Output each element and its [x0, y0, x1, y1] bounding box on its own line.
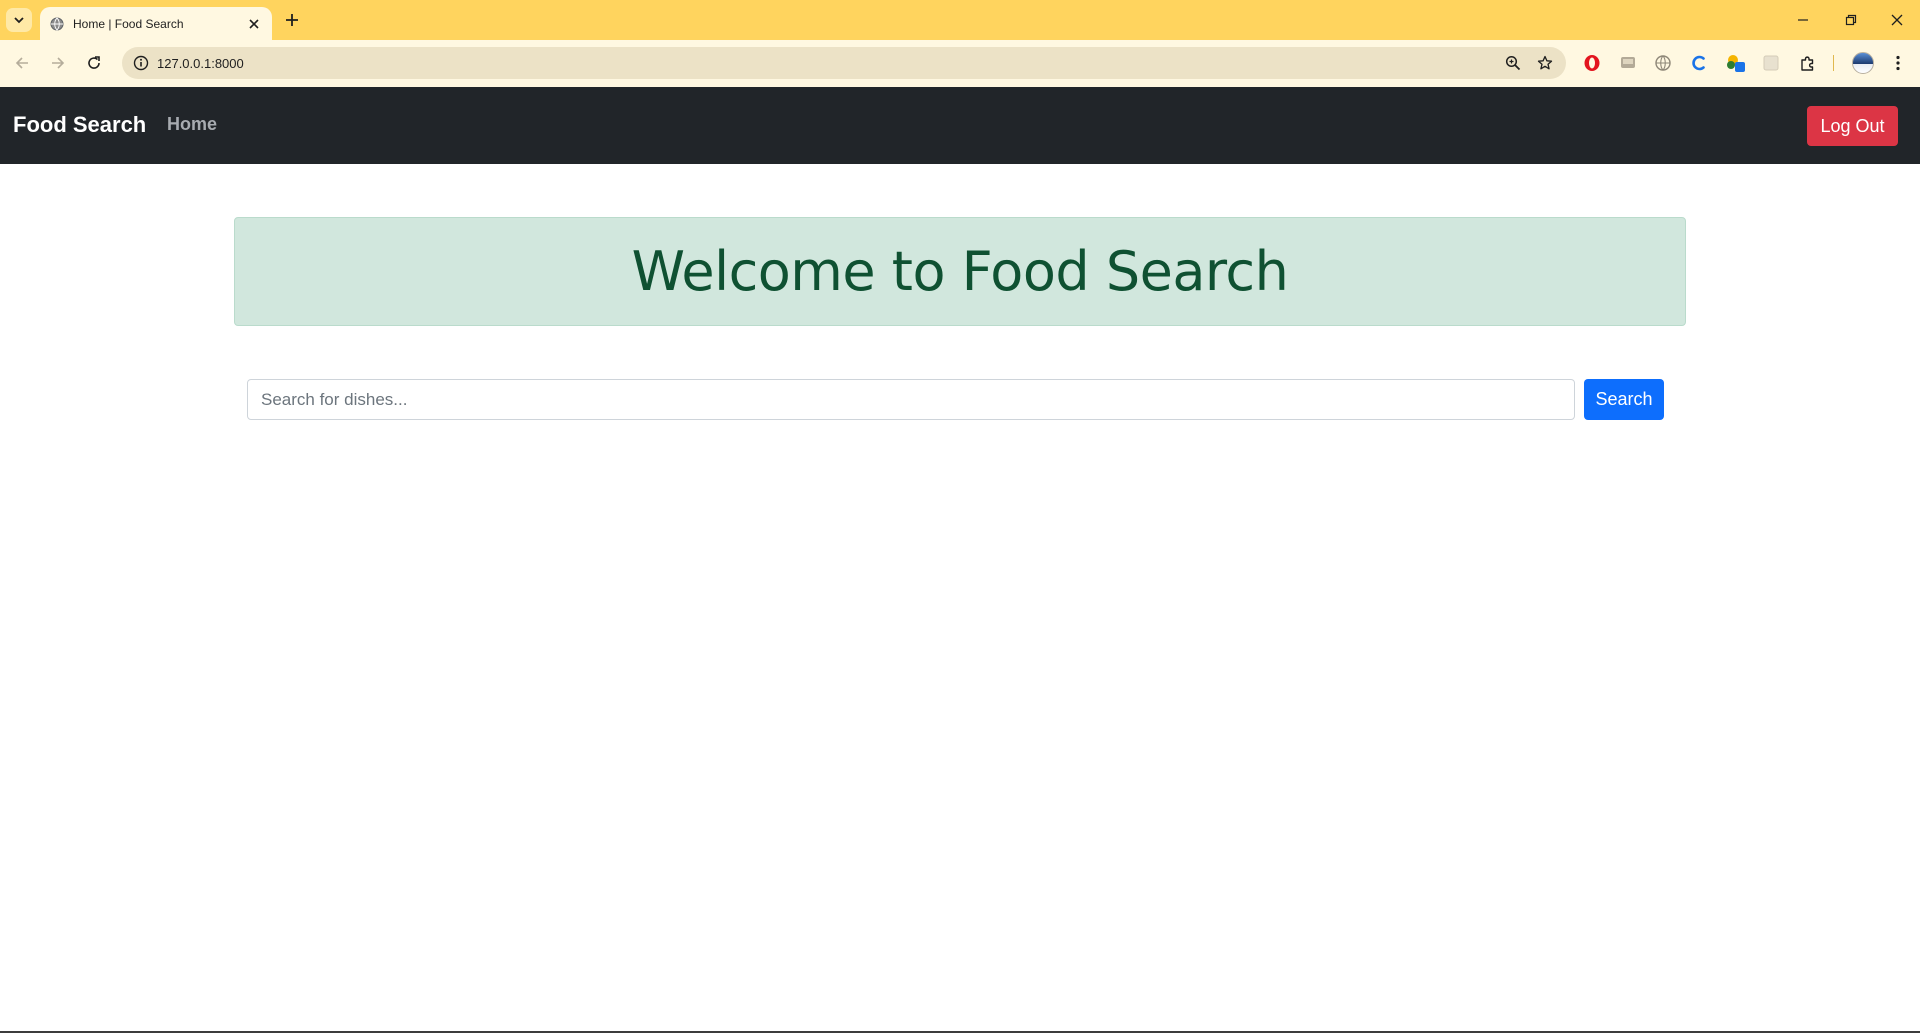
- translate-extension-icon[interactable]: [1652, 52, 1674, 74]
- close-icon: [1891, 14, 1903, 26]
- arrow-left-icon: [15, 57, 28, 69]
- toolbar-divider: [1833, 55, 1834, 71]
- reload-icon: [88, 56, 100, 69]
- nav-link-home[interactable]: Home: [167, 114, 217, 135]
- forward-button[interactable]: [46, 51, 70, 75]
- info-icon[interactable]: [131, 53, 151, 73]
- navbar-brand[interactable]: Food Search: [13, 112, 146, 138]
- new-tab-button[interactable]: [282, 10, 302, 30]
- opera-extension-icon[interactable]: [1581, 52, 1603, 74]
- grid-extension-icon[interactable]: [1760, 52, 1782, 74]
- site-navbar: Food Search Home Log Out: [0, 87, 1920, 164]
- star-icon[interactable]: [1534, 52, 1556, 74]
- chevron-down-icon: [14, 17, 24, 24]
- c-extension-icon[interactable]: [1688, 52, 1710, 74]
- back-button[interactable]: [10, 51, 34, 75]
- welcome-heading: Welcome to Food Search: [631, 240, 1289, 303]
- kebab-menu-icon[interactable]: [1887, 52, 1909, 74]
- cast-extension-icon[interactable]: [1617, 52, 1639, 74]
- colorful-extension-icon[interactable]: [1725, 52, 1747, 74]
- search-input[interactable]: [247, 379, 1575, 420]
- minimize-icon: [1798, 19, 1808, 21]
- minimize-button[interactable]: [1791, 8, 1815, 32]
- browser-tabstrip: Home | Food Search: [0, 0, 1920, 40]
- tab-search-button[interactable]: [6, 8, 32, 32]
- arrow-right-icon: [52, 57, 65, 69]
- tab-close-button[interactable]: [246, 16, 262, 32]
- plus-icon: [286, 14, 298, 26]
- search-button[interactable]: Search: [1584, 379, 1664, 420]
- profile-avatar[interactable]: [1852, 52, 1874, 74]
- close-window-button[interactable]: [1885, 8, 1909, 32]
- puzzle-extensions-icon[interactable]: [1797, 52, 1819, 74]
- welcome-banner: Welcome to Food Search: [234, 217, 1686, 326]
- restore-button[interactable]: [1839, 8, 1863, 32]
- url-text[interactable]: 127.0.0.1:8000: [157, 56, 1502, 71]
- restore-icon: [1845, 14, 1857, 26]
- address-bar[interactable]: 127.0.0.1:8000: [122, 47, 1566, 79]
- tab-title: Home | Food Search: [73, 16, 184, 31]
- browser-toolbar: 127.0.0.1:8000: [0, 40, 1920, 87]
- logout-button[interactable]: Log Out: [1807, 106, 1898, 146]
- close-icon: [249, 18, 259, 29]
- zoom-icon[interactable]: [1502, 52, 1524, 74]
- globe-icon: [50, 17, 64, 31]
- browser-tab-active[interactable]: Home | Food Search: [40, 7, 272, 40]
- reload-button[interactable]: [82, 51, 106, 75]
